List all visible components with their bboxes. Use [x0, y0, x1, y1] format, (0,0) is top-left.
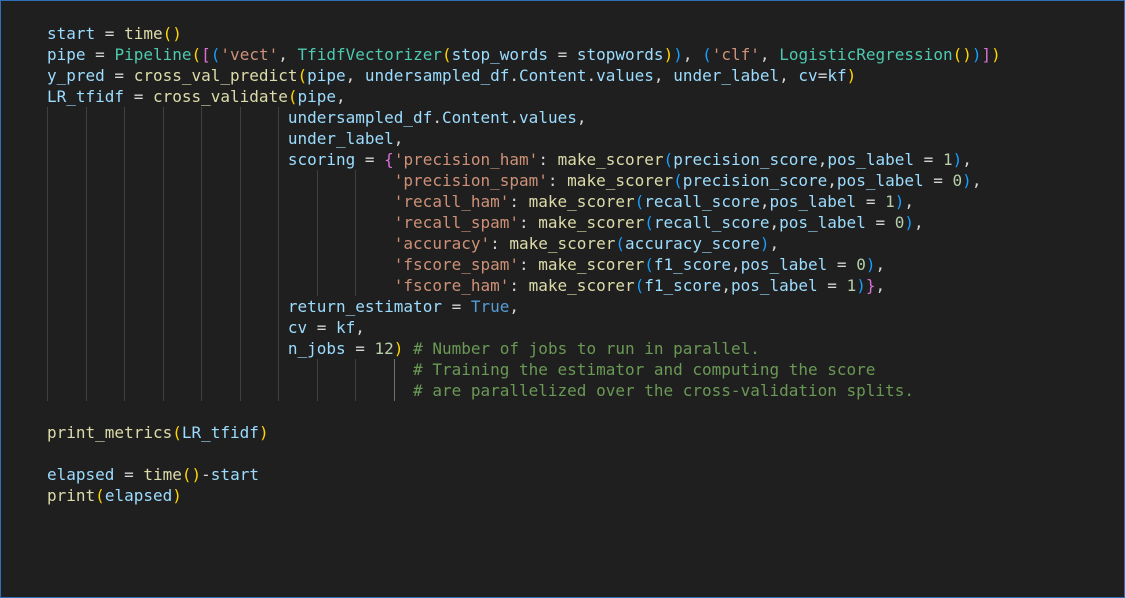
code-line: 'precision_spam': make_scorer(precision_…: [393, 171, 982, 190]
code-line: undersampled_df.Content.values,: [287, 108, 587, 127]
code-editor-cell[interactable]: start = time() pipe = Pipeline([('vect', …: [0, 0, 1125, 598]
code-line: scoring = {'precision_ham': make_scorer(…: [287, 150, 972, 169]
code-line: LR_tfidf = cross_validate(pipe,: [47, 87, 346, 106]
code-line: print_metrics(LR_tfidf): [47, 423, 269, 442]
code-line: 'fscore_ham': make_scorer(f1_score,pos_l…: [393, 276, 886, 295]
code-line: pipe = Pipeline([('vect', TfidfVectorize…: [47, 45, 1001, 64]
code-line: 'accuracy': make_scorer(accuracy_score),: [393, 234, 780, 253]
code-line: 'recall_ham': make_scorer(recall_score,p…: [393, 192, 915, 211]
code-line: return_estimator = True,: [287, 297, 520, 316]
code-line: start = time(): [47, 24, 182, 43]
code-line: 'fscore_spam': make_scorer(f1_score,pos_…: [393, 255, 886, 274]
code-line: y_pred = cross_val_predict(pipe, undersa…: [47, 66, 857, 85]
code-line: cv = kf,: [287, 318, 365, 337]
code-line: print(elapsed): [47, 486, 182, 505]
code-block[interactable]: start = time() pipe = Pipeline([('vect', …: [47, 23, 1001, 506]
code-line: # Training the estimator and computing t…: [413, 360, 876, 379]
code-line: 'recall_spam': make_scorer(recall_score,…: [393, 213, 924, 232]
code-line: elapsed = time()-start: [47, 465, 259, 484]
code-line: # are parallelized over the cross-valida…: [413, 381, 914, 400]
code-line: under_label,: [287, 129, 404, 148]
code-line: n_jobs = 12) # Number of jobs to run in …: [287, 339, 760, 358]
